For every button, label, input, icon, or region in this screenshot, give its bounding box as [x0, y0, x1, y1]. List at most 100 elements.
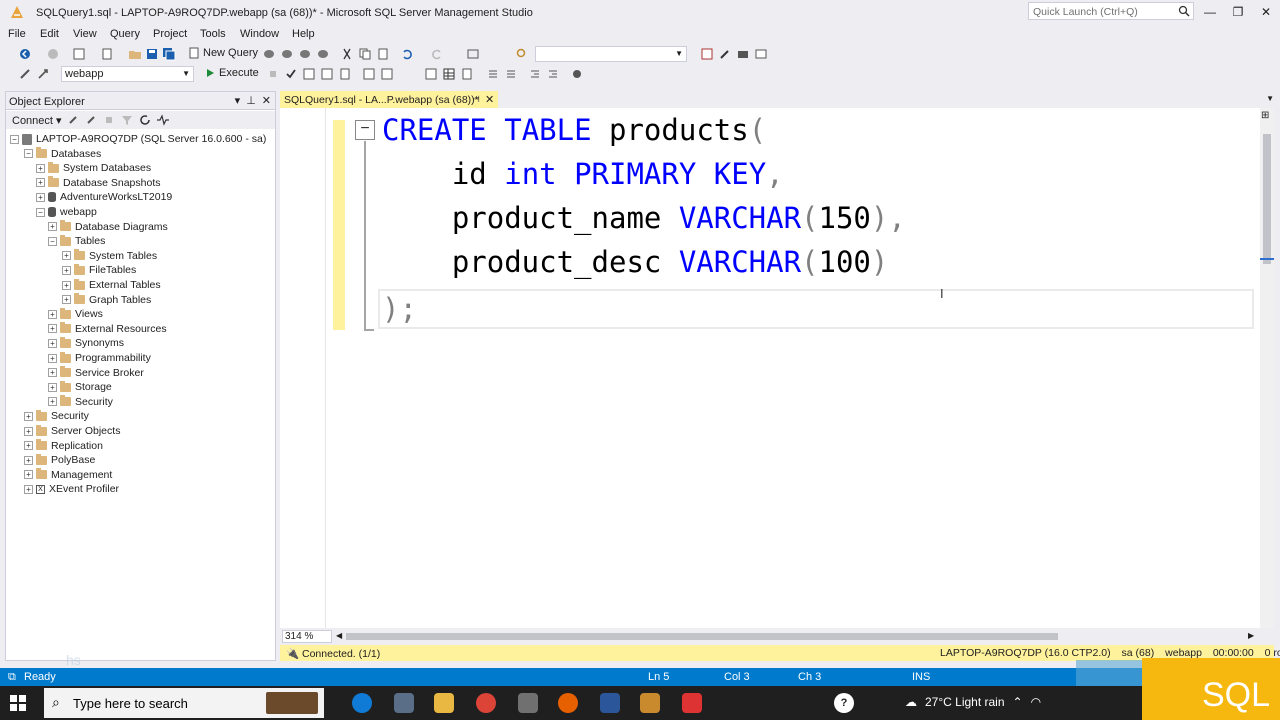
- file-explorer-icon[interactable]: [434, 693, 454, 713]
- calculator-icon[interactable]: [518, 693, 538, 713]
- help-icon[interactable]: ?: [834, 693, 854, 713]
- tree-node[interactable]: + System Databases: [36, 161, 151, 175]
- stop-icon[interactable]: [102, 113, 116, 127]
- collapse-icon[interactable]: −: [355, 120, 375, 140]
- analysis-query-icon[interactable]: [280, 47, 294, 61]
- tree-node[interactable]: + Server Objects: [24, 424, 120, 438]
- scroll-right-icon[interactable]: ▶: [1248, 631, 1254, 640]
- tree-node[interactable]: + Replication: [24, 439, 103, 453]
- tree-node[interactable]: + Storage: [48, 380, 112, 394]
- tree-node[interactable]: + Security: [24, 409, 89, 423]
- menu-file[interactable]: File: [8, 28, 26, 40]
- word-icon[interactable]: [600, 693, 620, 713]
- split-icon[interactable]: ⊞: [1261, 110, 1269, 121]
- menu-query[interactable]: Query: [110, 28, 140, 40]
- menu-edit[interactable]: Edit: [40, 28, 59, 40]
- menu-project[interactable]: Project: [153, 28, 187, 40]
- close-tab-icon[interactable]: ✕: [485, 93, 494, 106]
- zoom-select[interactable]: 314 %: [282, 630, 332, 643]
- taskbar-search-input[interactable]: ⌕ Type here to search: [44, 688, 324, 718]
- recorder-icon[interactable]: [682, 693, 702, 713]
- change-connection-icon[interactable]: [36, 67, 50, 81]
- expand-icon[interactable]: +: [48, 397, 57, 407]
- tree-node[interactable]: + Programmability: [48, 351, 151, 365]
- expand-icon[interactable]: +: [48, 309, 57, 319]
- cut-icon[interactable]: [340, 47, 354, 61]
- collapse-icon[interactable]: −: [48, 236, 57, 246]
- tree-node[interactable]: − Databases: [24, 147, 101, 161]
- comment-icon[interactable]: [486, 67, 500, 81]
- xmla-query-icon[interactable]: [316, 47, 330, 61]
- tree-node[interactable]: + FileTables: [62, 263, 136, 277]
- menu-window[interactable]: Window: [240, 28, 279, 40]
- new-query-button[interactable]: New Query: [188, 47, 258, 59]
- decrease-indent-icon[interactable]: [528, 67, 542, 81]
- display-plan-icon[interactable]: [302, 67, 316, 81]
- activity-monitor-icon[interactable]: [156, 113, 170, 127]
- pin-icon[interactable]: ⊣: [472, 94, 480, 105]
- parse-icon[interactable]: [284, 67, 298, 81]
- refresh-icon[interactable]: [138, 113, 152, 127]
- specify-template-icon[interactable]: [570, 67, 584, 81]
- expand-icon[interactable]: +: [24, 455, 33, 465]
- ssms-taskbar-icon[interactable]: [394, 693, 414, 713]
- tree-node[interactable]: + Views: [48, 307, 103, 321]
- dropdown-icon[interactable]: ▾: [235, 94, 241, 107]
- tree-node[interactable]: + Graph Tables: [62, 293, 151, 307]
- connect-button[interactable]: Connect ▾: [12, 114, 62, 127]
- undo-icon[interactable]: [400, 47, 414, 61]
- new-project-icon[interactable]: [72, 47, 86, 61]
- tree-node[interactable]: + Database Snapshots: [36, 176, 160, 190]
- save-icon[interactable]: [145, 47, 159, 61]
- windows-start-icon[interactable]: [10, 695, 26, 711]
- chevron-up-icon[interactable]: ⌃: [1013, 695, 1023, 709]
- expand-icon[interactable]: +: [24, 470, 33, 480]
- minimize-button[interactable]: —: [1200, 4, 1220, 20]
- expand-icon[interactable]: +: [48, 222, 57, 232]
- forward-icon[interactable]: [46, 47, 60, 61]
- expand-icon[interactable]: +: [24, 441, 33, 451]
- menu-view[interactable]: View: [73, 28, 97, 40]
- expand-icon[interactable]: +: [62, 251, 71, 261]
- ssms-active-icon[interactable]: [640, 693, 660, 713]
- results-text-icon[interactable]: [424, 67, 438, 81]
- expand-icon[interactable]: +: [48, 368, 57, 378]
- include-plan-icon[interactable]: [362, 67, 376, 81]
- back-icon[interactable]: [18, 47, 32, 61]
- expand-icon[interactable]: +: [24, 411, 33, 421]
- new-file-icon[interactable]: [100, 47, 114, 61]
- tree-node[interactable]: + X XEvent Profiler: [24, 482, 119, 496]
- scrollbar-thumb[interactable]: [1263, 134, 1271, 264]
- available-databases-select[interactable]: webapp ▼: [61, 66, 194, 82]
- debug-icon[interactable]: [466, 47, 480, 61]
- query-editor[interactable]: − CREATE TABLE products( id int PRIMARY …: [280, 108, 1260, 628]
- db-engine-query-icon[interactable]: [262, 47, 276, 61]
- redo-icon[interactable]: [430, 47, 444, 61]
- expand-icon[interactable]: +: [62, 280, 71, 290]
- uncomment-icon[interactable]: [504, 67, 518, 81]
- horizontal-scrollbar[interactable]: [346, 633, 1058, 640]
- tree-node[interactable]: + Management: [24, 468, 112, 482]
- chrome-icon[interactable]: [476, 693, 496, 713]
- expand-icon[interactable]: +: [48, 353, 57, 363]
- toolbox-icon[interactable]: [736, 47, 750, 61]
- expand-icon[interactable]: +: [48, 324, 57, 334]
- expand-icon[interactable]: +: [36, 192, 45, 202]
- close-button[interactable]: ✕: [1256, 4, 1276, 20]
- collapse-icon[interactable]: −: [36, 207, 45, 217]
- expand-icon[interactable]: +: [36, 178, 45, 188]
- open-icon[interactable]: [128, 47, 142, 61]
- save-all-icon[interactable]: [162, 47, 176, 61]
- find-icon[interactable]: [515, 47, 529, 61]
- tree-node[interactable]: + AdventureWorksLT2019: [36, 190, 172, 204]
- tree-node[interactable]: + Database Diagrams: [48, 220, 168, 234]
- chevron-down-icon[interactable]: ▼: [1266, 94, 1274, 103]
- connect-plug-icon[interactable]: [66, 113, 80, 127]
- cancel-query-icon[interactable]: [266, 67, 280, 81]
- tree-node[interactable]: − Tables: [48, 234, 105, 248]
- expand-icon[interactable]: +: [48, 338, 57, 348]
- collapse-icon[interactable]: −: [10, 134, 19, 144]
- expand-icon[interactable]: +: [36, 163, 45, 173]
- paste-icon[interactable]: [376, 47, 390, 61]
- tree-node[interactable]: + External Resources: [48, 322, 167, 336]
